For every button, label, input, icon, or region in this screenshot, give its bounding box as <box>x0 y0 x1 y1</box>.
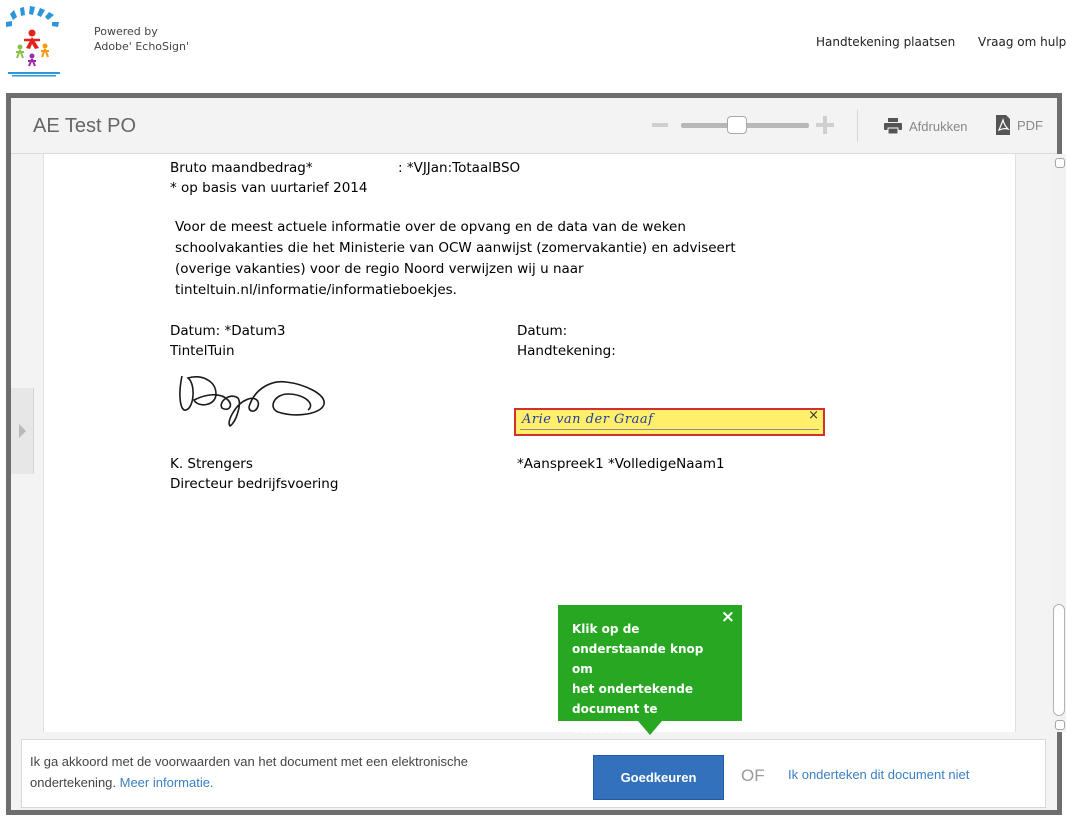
consent-footer: Ik ga akkoord met de voorwaarden van het… <box>21 739 1046 808</box>
scrollbar-thumb[interactable] <box>1053 604 1065 716</box>
scroll-down-arrow-icon[interactable] <box>1055 720 1065 730</box>
decline-signing-link[interactable]: Ik onderteken dit document niet <box>788 767 969 782</box>
printer-icon <box>884 118 902 134</box>
zoom-slider-thumb[interactable] <box>727 116 748 134</box>
consent-text-block: Ik ga akkoord met de voorwaarden van het… <box>30 751 550 793</box>
info-line-2: schoolvakanties die het Ministerie van O… <box>175 240 736 256</box>
viewer-toolbar: AE Test PO Afdrukken PDF <box>11 98 1057 154</box>
tooltip-close-icon[interactable]: × <box>721 607 735 627</box>
info-line-3: (overige vakanties) voor de regio Noord … <box>175 261 584 277</box>
pdf-icon <box>996 115 1010 135</box>
left-date: Datum: *Datum3 <box>170 323 286 339</box>
more-info-link[interactable]: Meer informatie. <box>120 775 214 790</box>
powered-by-text: Powered by Adobe' EchoSign' <box>94 24 189 54</box>
powered-by-line1: Powered by <box>94 25 158 38</box>
powered-by-line2: Adobe' EchoSign' <box>94 40 190 53</box>
sidebar-toggle[interactable] <box>11 388 34 474</box>
left-signer-role: Directeur bedrijfsvoering <box>170 476 339 492</box>
consent-text: Ik ga akkoord met de voorwaarden van het… <box>30 754 468 790</box>
right-signer-name: *Aanspreek1 *VolledigeNaam1 <box>517 456 725 472</box>
tooltip-line-2: onderstaande knop om <box>572 642 704 676</box>
print-label: Afdrukken <box>909 118 968 134</box>
top-header: Powered by Adobe' EchoSign' Handtekening… <box>0 0 1066 92</box>
info-line-4: tinteltuin.nl/informatie/informatieboekj… <box>175 282 457 298</box>
pdf-label: PDF <box>1017 117 1043 133</box>
left-organisation: TintelTuin <box>170 343 235 359</box>
scroll-up-arrow-icon[interactable] <box>1055 158 1065 168</box>
gross-amount-value: : *VJJan:TotaalBSO <box>398 160 521 176</box>
document-title: AE Test PO <box>33 115 137 137</box>
chevron-right-icon <box>19 424 26 438</box>
left-signer-name: K. Strengers <box>170 456 253 472</box>
vertical-scrollbar[interactable] <box>1052 154 1066 732</box>
completion-tooltip: Klik op de onderstaande knop om het onde… <box>558 605 742 736</box>
gross-amount-label: Bruto maandbedrag* <box>170 160 313 176</box>
right-signature-label: Handtekening: <box>517 343 616 359</box>
tooltip-pointer <box>638 721 662 735</box>
tinteltuin-logo <box>6 6 60 77</box>
tooltip-line-3: het ondertekende <box>572 682 693 696</box>
info-line-1: Voor de meest actuele informatie over de… <box>175 219 686 235</box>
document-viewer: AE Test PO Afdrukken PDF Bruto maandbedr… <box>6 93 1066 815</box>
or-separator: OF <box>741 766 765 785</box>
signature-value: Arie van der Graaf <box>522 412 654 427</box>
zoom-out-button[interactable] <box>652 123 668 127</box>
print-button[interactable]: Afdrukken <box>883 116 968 136</box>
approve-button[interactable]: Goedkeuren <box>593 755 724 800</box>
zoom-in-button[interactable] <box>816 116 834 134</box>
pdf-button[interactable]: PDF <box>995 114 1043 136</box>
document-page: Bruto maandbedrag* : *VJJan:TotaalBSO * … <box>43 154 1016 732</box>
nav-help-link[interactable]: Vraag om hulp <box>978 35 1066 49</box>
nav-sign-link[interactable]: Handtekening plaatsen <box>816 35 955 49</box>
toolbar-divider <box>857 110 858 142</box>
signature-input-field[interactable]: Arie van der Graaf × <box>514 408 825 436</box>
clear-signature-close-icon[interactable]: × <box>808 408 819 423</box>
signature-baseline <box>520 429 819 430</box>
rate-note: * op basis van uurtarief 2014 <box>170 180 368 196</box>
tooltip-line-1: Klik op de <box>572 622 640 636</box>
right-date: Datum: <box>517 323 568 339</box>
handwritten-signature-image <box>179 375 325 428</box>
